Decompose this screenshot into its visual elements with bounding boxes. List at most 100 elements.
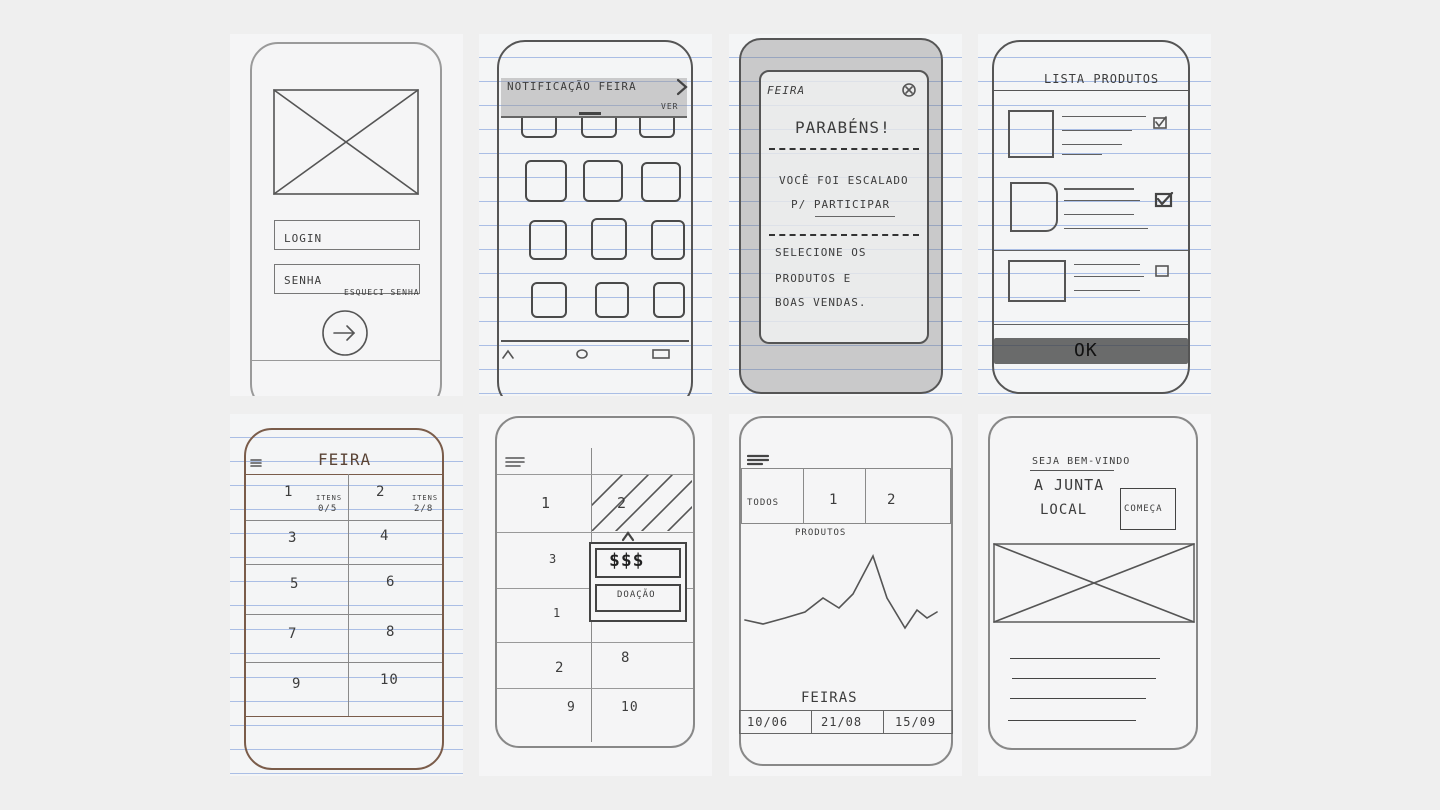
fair-date[interactable]: 10/06 [747,715,788,729]
app-tile[interactable] [641,162,681,202]
chart-label: PRODUTOS [795,528,847,538]
grid-cell[interactable]: 3 [549,552,557,566]
sketch-fair-grid: FEIRA 1 ITENS 0/5 2 ITENS 2/8 3 4 5 6 7 … [230,414,463,776]
tab-divider [865,468,866,524]
product-text-line [1062,144,1122,145]
fairs-label: FEIRAS [801,690,858,706]
app-tile[interactable] [651,220,685,260]
checkbox-checked-icon[interactable] [1152,116,1168,130]
grid-cell[interactable]: 2 [617,494,627,512]
instruction-line: SELECIONE OS [775,246,867,259]
product-text-line [1062,116,1146,117]
app-tile[interactable] [531,282,567,318]
cell-note: ITENS [316,494,343,502]
title-divider [769,148,919,150]
fair-cell[interactable]: 8 [386,624,395,640]
fair-cell[interactable]: 3 [288,530,297,546]
sketch-login: LOGIN SENHA ESQUECI SENHA [230,34,463,396]
tab-1[interactable]: 1 [829,492,838,508]
fair-date[interactable]: 21/08 [821,715,862,729]
grid-line [497,532,693,533]
cell-note: 0/5 [318,504,338,514]
checkbox-icon[interactable] [1154,264,1170,278]
product-text-line [1074,264,1140,265]
product-text-line [1064,228,1148,229]
login-field-label: LOGIN [284,232,323,245]
app-tile[interactable] [591,218,627,260]
grid-cell[interactable]: 2 [555,660,564,676]
fair-cell[interactable]: 6 [386,574,395,590]
tab-divider [803,468,804,524]
app-tile[interactable] [581,118,617,138]
ok-button-label: OK [1074,340,1098,361]
checkbox-checked-icon[interactable] [1154,192,1174,208]
product-text-line [1062,130,1132,131]
fair-cell[interactable]: 4 [380,528,389,544]
grid-cell[interactable]: 8 [621,650,630,666]
app-tile[interactable] [525,160,567,202]
grid-cell[interactable]: 9 [567,700,576,715]
selected-cell-hatch[interactable] [592,475,692,531]
home-icon[interactable] [501,348,515,360]
tab-all[interactable]: TODOS [747,498,779,508]
close-icon[interactable] [901,82,917,98]
donate-label: DOAÇÃO [617,590,656,600]
arrow-right-icon[interactable] [320,308,370,358]
drop-icon[interactable] [575,348,589,360]
menu-icon[interactable] [747,454,769,466]
app-tile[interactable] [653,282,685,318]
app-tile[interactable] [583,160,623,202]
product-thumbnail [1010,182,1058,232]
instruction-line: BOAS VENDAS. [775,296,867,309]
product-text-line [1064,214,1134,215]
grid-divider [348,474,349,716]
sketch-product-list: LISTA PRODUTOS OK [978,34,1211,396]
fair-date[interactable]: 15/09 [895,715,936,729]
app-tile[interactable] [639,118,675,138]
fair-cell[interactable]: 7 [288,626,297,642]
product-thumbnail [1008,110,1054,158]
grid-cell[interactable]: 1 [541,494,551,512]
fair-cell[interactable]: 1 [284,484,293,500]
menu-icon[interactable] [250,458,262,468]
sketch-congrats: FEIRA PARABÉNS! VOCÊ FOI ESCALADO P/ PAR… [729,34,962,396]
brand-line: LOCAL [1040,502,1088,518]
grid-cell[interactable]: 10 [621,700,639,715]
fair-cell[interactable]: 10 [380,672,399,688]
password-field-label: SENHA [284,274,323,287]
message-divider [769,234,919,236]
app-tile[interactable] [529,220,567,260]
product-list-title: LISTA PRODUTOS [1044,72,1160,86]
welcome-greeting: SEJA BEM-VINDO [1032,456,1131,467]
phone-outline [244,428,444,770]
sketch-chart-screen: TODOS 1 2 PRODUTOS FEIRAS 10/06 21/08 15… [729,414,962,776]
fair-cell[interactable]: 9 [292,676,301,692]
fair-cell[interactable]: 2 [376,484,385,500]
tab-2[interactable]: 2 [887,492,896,508]
grid-line [497,642,693,643]
chevron-right-icon[interactable] [675,78,689,96]
forgot-password-link[interactable]: ESQUECI SENHA [344,288,420,297]
message-underline [815,216,895,217]
text-line [1010,658,1160,659]
line-chart [744,554,938,630]
message-line: P/ PARTICIPAR [791,198,891,211]
sketch-notification: NOTIFICAÇÃO FEIRA VER [479,34,712,396]
caret-up-icon [621,531,635,542]
date-divider [883,710,884,734]
grid-line [246,564,442,565]
sketch-donation: 1 2 3 1 2 8 9 10 $$$ DOAÇÃO [479,414,712,776]
square-icon[interactable] [651,348,671,360]
cell-note: ITENS [412,494,439,502]
app-tile[interactable] [595,282,629,318]
fair-cell[interactable]: 5 [290,576,299,592]
greeting-underline [1030,470,1114,471]
section-line [994,324,1188,325]
cell-note: 2/8 [414,504,434,514]
product-thumbnail [1008,260,1066,302]
tab-bar [741,468,951,524]
grid-cell[interactable]: 1 [553,606,561,620]
app-tile[interactable] [521,118,557,138]
menu-icon[interactable] [505,456,525,468]
see-link[interactable]: VER [661,102,678,111]
